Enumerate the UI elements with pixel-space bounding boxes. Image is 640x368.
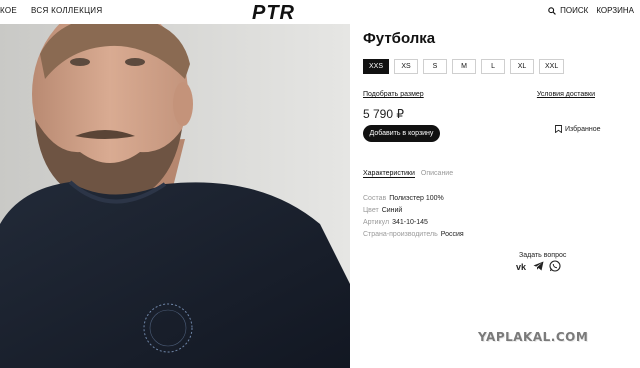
spec-label: Цвет xyxy=(363,207,379,214)
search-icon xyxy=(548,6,557,15)
spec-value: Синий xyxy=(381,207,403,214)
bookmark-icon xyxy=(555,125,562,133)
tab-description[interactable]: Описание xyxy=(421,170,453,178)
spec-row: Состав Полиэстер 100% xyxy=(363,193,464,205)
spec-row: Артикул 341-10-145 xyxy=(363,217,464,229)
whatsapp-icon[interactable] xyxy=(548,260,561,272)
size-option-xxl[interactable]: XXL xyxy=(539,59,565,74)
spec-value: Россия xyxy=(440,231,464,238)
nav-item-partial[interactable]: КОЕ xyxy=(0,6,17,15)
social-contacts: vk xyxy=(516,260,561,272)
spec-row: Страна-производитель Россия xyxy=(363,229,464,241)
favorite-label: Избранное xyxy=(565,125,601,133)
size-option-xl[interactable]: XL xyxy=(510,59,535,74)
size-guide-link[interactable]: Подобрать размер xyxy=(363,91,424,98)
telegram-icon[interactable] xyxy=(532,260,545,272)
vk-icon[interactable]: vk xyxy=(516,260,529,272)
svg-text:vk: vk xyxy=(516,262,527,271)
favorite-button[interactable]: Избранное xyxy=(555,125,600,133)
size-selector: XXS XS S M L XL XXL xyxy=(363,59,603,74)
search-label: ПОИСК xyxy=(560,6,589,15)
size-option-l[interactable]: L xyxy=(481,59,506,74)
size-option-xs[interactable]: XS xyxy=(394,59,419,74)
ask-question-link[interactable]: Задать вопрос xyxy=(519,252,566,259)
size-option-m[interactable]: M xyxy=(452,59,477,74)
search-button[interactable]: ПОИСК xyxy=(548,6,588,15)
product-price: 5 790 ₽ xyxy=(363,107,404,121)
site-header: КОЕ ВСЯ КОЛЛЕКЦИЯ PTR ПОИСК КОРЗИНА xyxy=(0,0,640,24)
nav-item-all-collection[interactable]: ВСЯ КОЛЛЕКЦИЯ xyxy=(31,6,102,15)
svg-text:PTR: PTR xyxy=(252,2,295,22)
spec-label: Артикул xyxy=(363,219,390,226)
size-option-s[interactable]: S xyxy=(423,59,448,74)
tab-characteristics[interactable]: Характеристики xyxy=(363,170,415,178)
spec-label: Состав xyxy=(363,195,387,202)
size-option-xxs[interactable]: XXS xyxy=(363,59,390,74)
product-photo xyxy=(0,24,350,368)
delivery-terms-link[interactable]: Условия доставки xyxy=(537,91,595,98)
spec-row: Цвет Синий xyxy=(363,205,464,217)
header-actions: ПОИСК КОРЗИНА xyxy=(548,6,634,15)
main-nav: КОЕ ВСЯ КОЛЛЕКЦИЯ xyxy=(0,6,102,15)
spec-value: Полиэстер 100% xyxy=(389,195,444,202)
spec-label: Страна-производитель xyxy=(363,231,438,238)
add-to-cart-button[interactable]: Добавить в корзину xyxy=(363,125,440,142)
product-info: Футболка XXS XS S M L XL XXL xyxy=(363,30,603,74)
cart-link[interactable]: КОРЗИНА xyxy=(596,6,634,15)
watermark: YAPLAKAL.COM xyxy=(478,330,589,344)
info-links: Подобрать размер Условия доставки xyxy=(363,91,595,98)
ptr-logo[interactable]: PTR xyxy=(252,2,320,22)
specs-list: Состав Полиэстер 100% Цвет Синий Артикул… xyxy=(363,193,464,241)
product-title: Футболка xyxy=(363,30,436,47)
model-image xyxy=(0,24,350,368)
info-tabs: Характеристики Описание xyxy=(363,170,453,178)
spec-value: 341-10-145 xyxy=(392,219,428,226)
